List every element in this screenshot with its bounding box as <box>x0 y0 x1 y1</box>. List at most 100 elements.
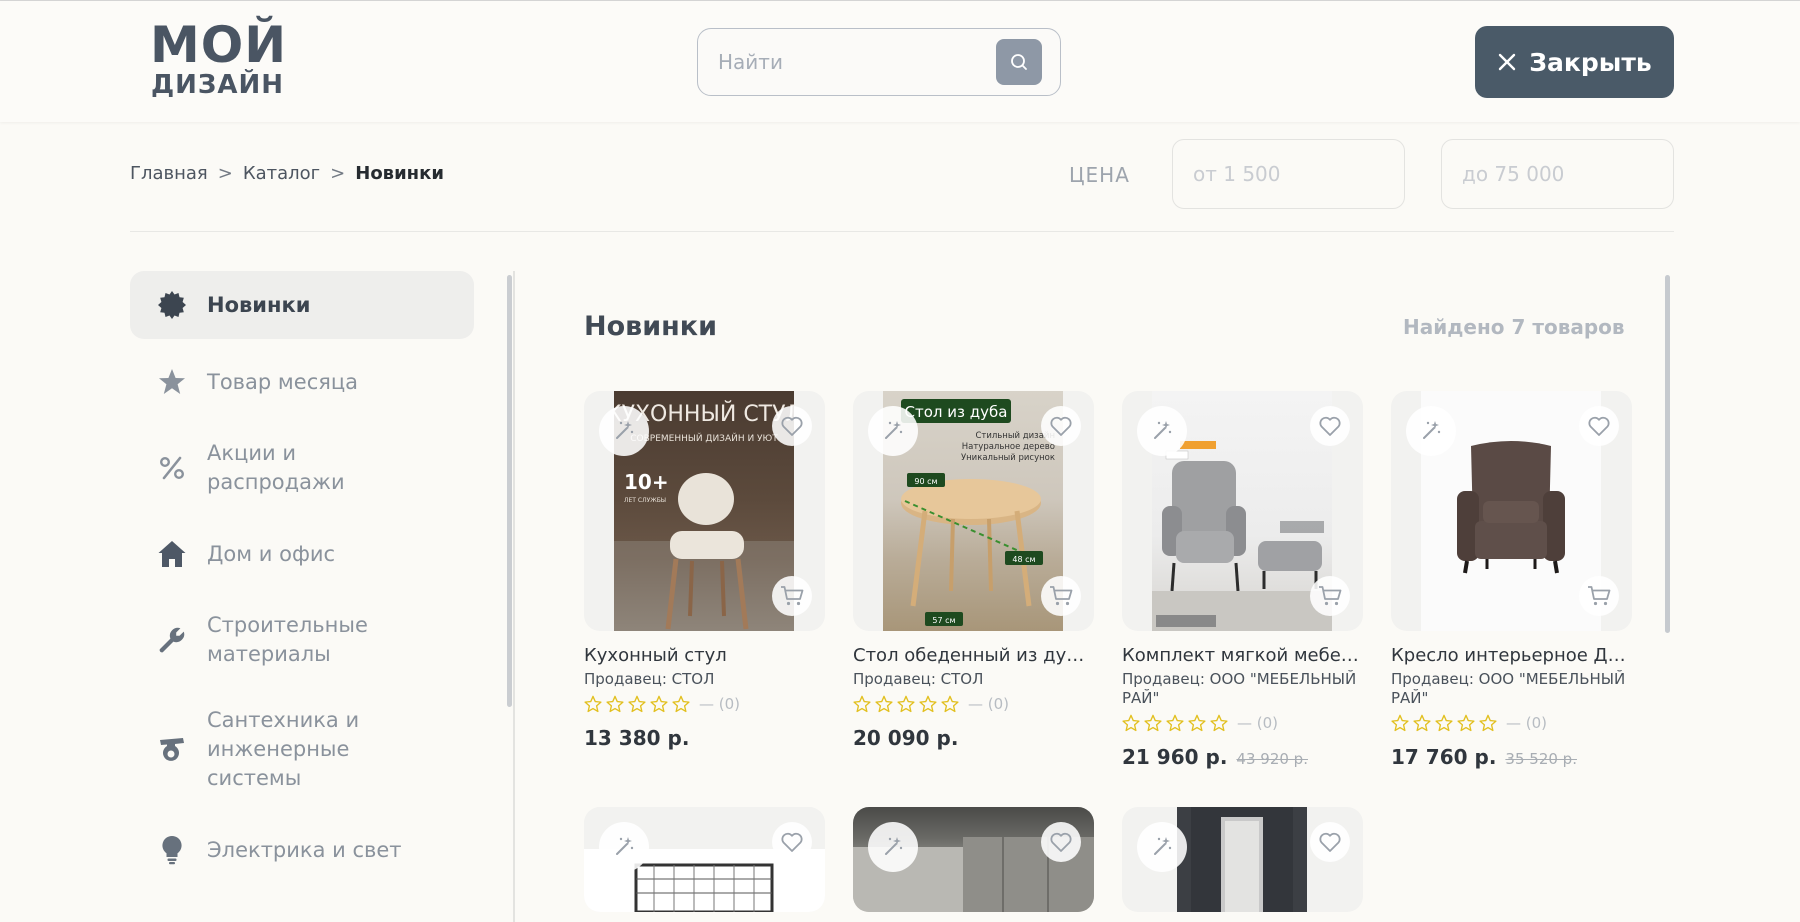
product-card[interactable]: Комплект мягкой мебел… Продавец: ООО "МЕ… <box>1122 391 1363 769</box>
rating-stars <box>853 695 959 713</box>
favorite-button[interactable] <box>772 822 812 862</box>
door-photo <box>1191 807 1293 912</box>
site-header: МОЙ ДИЗАЙН Закрыть <box>0 1 1800 122</box>
product-title[interactable]: Кухонный стул <box>584 645 825 666</box>
category-sidebar: Новинки Товар месяца Акции и распродажи … <box>130 271 474 884</box>
product-rating: — (0) <box>853 695 1094 713</box>
price-from-input[interactable] <box>1172 139 1405 209</box>
product-price: 21 960 р. <box>1122 745 1228 769</box>
sidebar-item-product-of-month[interactable]: Товар месяца <box>130 348 474 416</box>
product-price: 17 760 р. <box>1391 745 1497 769</box>
rating-stars <box>1122 714 1228 732</box>
favorite-button[interactable] <box>1310 406 1350 446</box>
close-icon <box>1499 53 1516 71</box>
plumbing-icon <box>157 735 187 765</box>
star-empty-icon <box>1457 714 1475 732</box>
add-to-cart-button[interactable] <box>772 576 812 616</box>
ai-design-button[interactable] <box>868 822 918 872</box>
header-divider <box>130 231 1674 232</box>
search-input[interactable] <box>718 29 988 94</box>
house-icon <box>157 539 187 569</box>
product-image[interactable] <box>1122 391 1363 631</box>
content-scrollbar[interactable] <box>1665 275 1670 633</box>
price-row: 21 960 р. 43 920 р. <box>1122 745 1363 769</box>
product-title[interactable]: Кресло интерьерное Д… <box>1391 645 1632 666</box>
star-empty-icon <box>628 695 646 713</box>
product-image[interactable] <box>1122 807 1363 912</box>
sidebar-item-sales[interactable]: Акции и распродажи <box>130 425 474 511</box>
photo-years-note: ЛЕТ СЛУЖБЫ <box>624 497 666 504</box>
star-empty-icon <box>941 695 959 713</box>
price-row: 20 090 р. <box>853 726 1094 750</box>
product-image[interactable]: Стол из дуба Стильный дизайн Натуральное… <box>853 391 1094 631</box>
sidebar-item-building-materials[interactable]: Строительные материалы <box>130 597 474 683</box>
add-to-cart-button[interactable] <box>1310 576 1350 616</box>
add-to-cart-button[interactable] <box>1041 576 1081 616</box>
ai-design-button[interactable] <box>599 406 649 456</box>
breadcrumb-current: Новинки <box>355 163 444 184</box>
favorite-button[interactable] <box>1041 406 1081 446</box>
product-title[interactable]: Стол обеденный из дуб… <box>853 645 1094 666</box>
sidebar-item-label: Электрика и свет <box>207 837 402 862</box>
breadcrumb-separator: > <box>330 163 346 184</box>
magic-wand-icon <box>1423 421 1441 439</box>
product-image[interactable] <box>853 807 1094 912</box>
search-button[interactable] <box>996 39 1042 85</box>
favorite-button[interactable] <box>1579 406 1619 446</box>
price-to-input[interactable] <box>1441 139 1674 209</box>
site-logo[interactable]: МОЙ ДИЗАЙН <box>150 19 287 99</box>
star-empty-icon <box>1391 714 1409 732</box>
product-card[interactable] <box>1122 807 1363 912</box>
logo-line-2: ДИЗАЙН <box>151 70 285 100</box>
photo-badge: Стол из дуба <box>905 403 1008 421</box>
photo-dimension-1: 90 см <box>914 477 937 486</box>
heart-icon <box>1050 416 1072 436</box>
ai-design-button[interactable] <box>1406 406 1456 456</box>
sidebar-item-plumbing[interactable]: Сантехника и инженерные системы <box>130 692 474 807</box>
sidebar-item-label: Строительные материалы <box>207 613 368 666</box>
search-box <box>697 28 1061 96</box>
cart-icon <box>1588 586 1611 606</box>
favorite-button[interactable] <box>772 406 812 446</box>
heart-icon <box>1319 832 1341 852</box>
breadcrumb-home[interactable]: Главная <box>130 163 208 184</box>
product-card[interactable]: Кресло интерьерное Д… Продавец: ООО "МЕБ… <box>1391 391 1632 769</box>
star-empty-icon <box>1166 714 1184 732</box>
close-button[interactable]: Закрыть <box>1475 26 1674 98</box>
ai-design-button[interactable] <box>868 406 918 456</box>
product-card[interactable]: Стол из дуба Стильный дизайн Натуральное… <box>853 391 1094 750</box>
sidebar-scrollbar[interactable] <box>507 275 512 707</box>
rating-stars <box>584 695 690 713</box>
heart-icon <box>1319 416 1341 436</box>
sidebar-item-new[interactable]: Новинки <box>130 271 474 339</box>
product-image[interactable] <box>584 807 825 912</box>
product-seller: Продавец: ООО "МЕБЕЛЬНЫЙ РАЙ" <box>1122 670 1357 707</box>
sidebar-item-electrics[interactable]: Электрика и свет <box>130 816 474 884</box>
sidebar-item-home-office[interactable]: Дом и офис <box>130 520 474 588</box>
product-card[interactable] <box>853 807 1094 912</box>
add-to-cart-button[interactable] <box>1579 576 1619 616</box>
favorite-button[interactable] <box>1041 822 1081 862</box>
ai-design-button[interactable] <box>1137 822 1187 872</box>
breadcrumb-catalog[interactable]: Каталог <box>243 163 320 184</box>
ai-design-button[interactable] <box>1137 406 1187 456</box>
product-card[interactable]: КУХОННЫЙ СТУЛ СОВРЕМЕННЫЙ ДИЗАЙН И УЮТ 1… <box>584 391 825 750</box>
product-card[interactable] <box>584 807 825 912</box>
content-title: Новинки <box>584 311 718 342</box>
ai-design-button[interactable] <box>599 822 649 872</box>
photo-dimension-3: 57 см <box>932 616 955 625</box>
price-row: 13 380 р. <box>584 726 825 750</box>
star-empty-icon <box>1435 714 1453 732</box>
product-image[interactable]: КУХОННЫЙ СТУЛ СОВРЕМЕННЫЙ ДИЗАЙН И УЮТ 1… <box>584 391 825 631</box>
product-price: 20 090 р. <box>853 726 959 750</box>
favorite-button[interactable] <box>1310 822 1350 862</box>
rating-count: — (0) <box>1506 714 1548 732</box>
product-rating: — (0) <box>1122 714 1363 732</box>
sidebar-item-label: Товар месяца <box>207 369 359 394</box>
star-empty-icon <box>650 695 668 713</box>
logo-line-1: МОЙ <box>150 16 288 74</box>
cart-icon <box>781 586 804 606</box>
photo-feature-3: Уникальный рисунок <box>961 453 1055 463</box>
product-image[interactable] <box>1391 391 1632 631</box>
product-title[interactable]: Комплект мягкой мебел… <box>1122 645 1363 666</box>
